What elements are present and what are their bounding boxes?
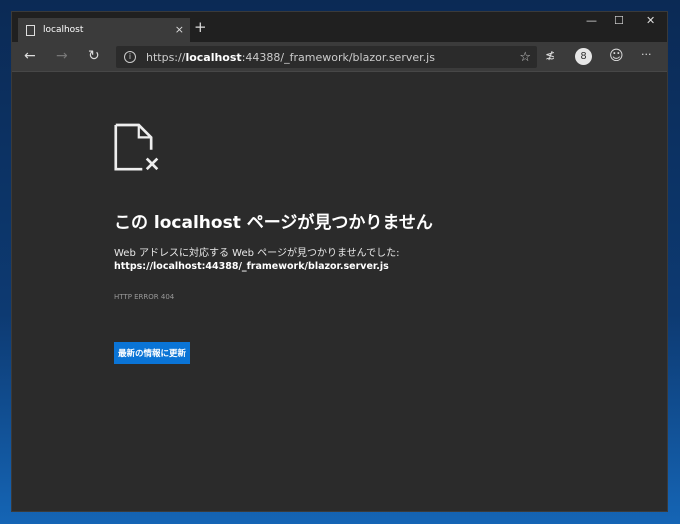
info-icon[interactable]: i	[124, 51, 136, 63]
new-tab-button[interactable]: +	[194, 18, 207, 36]
refresh-page-button[interactable]: 最新の情報に更新	[114, 342, 191, 364]
maximize-button[interactable]: ☐	[614, 14, 624, 27]
url-rest: :44388/_framework/blazor.server.js	[241, 50, 435, 64]
more-menu-icon[interactable]: ···	[641, 48, 652, 61]
tab-close-icon[interactable]: ×	[175, 23, 184, 36]
error-code: HTTP ERROR 404	[114, 293, 175, 301]
close-window-button[interactable]: ✕	[646, 14, 655, 27]
back-button[interactable]: ←	[24, 48, 36, 64]
minimize-button[interactable]: —	[586, 14, 597, 27]
tab-title: localhost	[43, 25, 84, 35]
page-title: この localhost ページが見つかりません	[114, 213, 433, 233]
url-prefix: https://	[146, 50, 186, 64]
file-not-found-icon	[114, 123, 159, 171]
error-page: この localhost ページが見つかりません Web アドレスに対応する W…	[114, 120, 433, 364]
tab-localhost[interactable]: localhost ×	[18, 18, 190, 42]
address-bar[interactable]: i https://localhost:44388/_framework/bla…	[116, 46, 537, 68]
title-bar: localhost × + — ☐ ✕	[12, 12, 667, 42]
favorites-icon[interactable]: ≴	[545, 48, 555, 62]
favorite-star-icon[interactable]: ☆	[519, 50, 531, 65]
feedback-smiley-icon[interactable]: ☺	[609, 48, 624, 64]
refresh-button[interactable]: ↻	[88, 48, 100, 64]
url-host: localhost	[185, 50, 242, 64]
error-url: https://localhost:44388/_framework/blazo…	[114, 261, 389, 272]
toolbar: ← → ↻ i https://localhost:44388/_framewo…	[12, 42, 667, 72]
profile-avatar[interactable]: 8	[575, 48, 592, 65]
forward-button[interactable]: →	[56, 48, 68, 64]
error-description: Web アドレスに対応する Web ページが見つかりませんでした:	[114, 248, 400, 259]
page-icon	[26, 24, 35, 36]
